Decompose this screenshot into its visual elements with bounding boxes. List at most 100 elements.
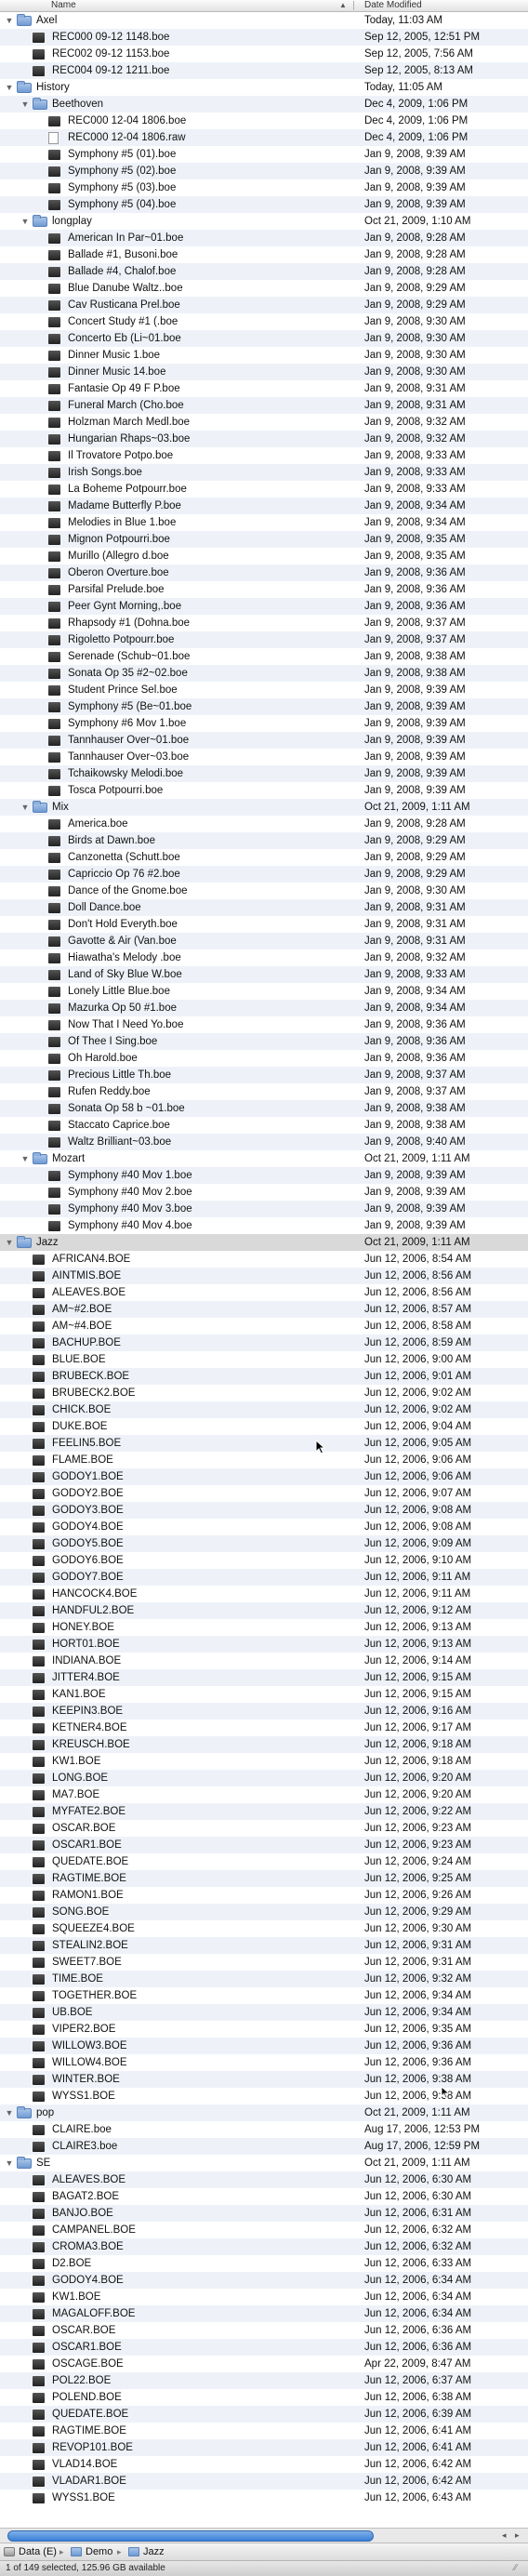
disclosure-triangle-icon[interactable]: ▼ xyxy=(4,1234,15,1251)
file-row[interactable]: BRUBECK2.BOE Jun 12, 2006, 9:02 AM xyxy=(0,1385,528,1401)
folder-row[interactable]: ▼ Axel Today, 11:03 AM xyxy=(0,12,528,29)
file-row[interactable]: D2.BOE Jun 12, 2006, 6:33 AM xyxy=(0,2255,528,2272)
file-row[interactable]: Dance of the Gnome.boe Jan 9, 2008, 9:30 … xyxy=(0,883,528,899)
file-row[interactable]: MYFATE2.BOE Jun 12, 2006, 9:22 AM xyxy=(0,1803,528,1820)
file-row[interactable]: Parsifal Prelude.boe Jan 9, 2008, 9:36 AM xyxy=(0,581,528,598)
file-row[interactable]: Sonata Op 35 #2~02.boe Jan 9, 2008, 9:38 … xyxy=(0,665,528,682)
file-row[interactable]: Symphony #5 (03).boe Jan 9, 2008, 9:39 AM xyxy=(0,179,528,196)
file-row[interactable]: GODOY2.BOE Jun 12, 2006, 9:07 AM xyxy=(0,1485,528,1502)
file-row[interactable]: ALEAVES.BOE Jun 12, 2006, 8:56 AM xyxy=(0,1284,528,1301)
file-row[interactable]: TIME.BOE Jun 12, 2006, 9:32 AM xyxy=(0,1971,528,1987)
file-row[interactable]: Student Prince Sel.boe Jan 9, 2008, 9:39 … xyxy=(0,682,528,698)
file-row[interactable]: Rufen Reddy.boe Jan 9, 2008, 9:37 AM xyxy=(0,1083,528,1100)
file-row[interactable]: REVOP101.BOE Jun 12, 2006, 6:41 AM xyxy=(0,2439,528,2456)
file-row[interactable]: Staccato Caprice.boe Jan 9, 2008, 9:38 AM xyxy=(0,1117,528,1134)
file-row[interactable]: REC002 09-12 1153.boe Sep 12, 2005, 7:56 … xyxy=(0,46,528,62)
file-row[interactable]: OSCAGE.BOE Apr 22, 2009, 8:47 AM xyxy=(0,2356,528,2372)
file-row[interactable]: ALEAVES.BOE Jun 12, 2006, 6:30 AM xyxy=(0,2171,528,2188)
file-row[interactable]: SONG.BOE Jun 12, 2006, 9:29 AM xyxy=(0,1904,528,1920)
file-row[interactable]: KW1.BOE Jun 12, 2006, 9:18 AM xyxy=(0,1753,528,1770)
scroll-right-arrow-icon[interactable]: ▸ xyxy=(515,2530,520,2541)
file-row[interactable]: Tosca Potpourri.boe Jan 9, 2008, 9:39 AM xyxy=(0,782,528,799)
file-row[interactable]: SWEET7.BOE Jun 12, 2006, 9:31 AM xyxy=(0,1954,528,1971)
file-row[interactable]: OSCAR1.BOE Jun 12, 2006, 9:23 AM xyxy=(0,1837,528,1853)
file-row[interactable]: Precious Little Th.boe Jan 9, 2008, 9:37 … xyxy=(0,1067,528,1083)
file-row[interactable]: VIPER2.BOE Jun 12, 2006, 9:35 AM xyxy=(0,2021,528,2038)
file-row[interactable]: CLAIRE.boe Aug 17, 2006, 12:53 PM xyxy=(0,2121,528,2138)
folder-row[interactable]: ▼ SE Oct 21, 2009, 1:11 AM xyxy=(0,2155,528,2171)
file-row[interactable]: GODOY1.BOE Jun 12, 2006, 9:06 AM xyxy=(0,1468,528,1485)
file-row[interactable]: Lonely Little Blue.boe Jan 9, 2008, 9:34 … xyxy=(0,983,528,1000)
path-item-drive[interactable]: Data (E) xyxy=(19,2543,57,2560)
resize-grip-icon[interactable]: ⁄⁄ xyxy=(514,2561,517,2576)
file-row[interactable]: AM~#4.BOE Jun 12, 2006, 8:58 AM xyxy=(0,1318,528,1334)
file-row[interactable]: AFRICAN4.BOE Jun 12, 2006, 8:54 AM xyxy=(0,1251,528,1268)
file-row[interactable]: CROMA3.BOE Jun 12, 2006, 6:32 AM xyxy=(0,2238,528,2255)
disclosure-triangle-icon[interactable]: ▼ xyxy=(4,12,15,29)
file-row[interactable]: POLEND.BOE Jun 12, 2006, 6:38 AM xyxy=(0,2389,528,2406)
file-row[interactable]: Symphony #5 (02).boe Jan 9, 2008, 9:39 AM xyxy=(0,163,528,179)
disclosure-triangle-icon[interactable]: ▼ xyxy=(20,799,31,816)
file-row[interactable]: Mazurka Op 50 #1.boe Jan 9, 2008, 9:34 AM xyxy=(0,1000,528,1016)
file-row[interactable]: CLAIRE3.boe Aug 17, 2006, 12:59 PM xyxy=(0,2138,528,2155)
file-row[interactable]: Gavotte & Air (Van.boe Jan 9, 2008, 9:31 … xyxy=(0,933,528,949)
file-row[interactable]: American In Par~01.boe Jan 9, 2008, 9:28 … xyxy=(0,230,528,246)
folder-row[interactable]: ▼ Beethoven Dec 4, 2009, 1:06 PM xyxy=(0,96,528,113)
file-row[interactable]: Concerto Eb (Li~01.boe Jan 9, 2008, 9:30 … xyxy=(0,330,528,347)
file-row[interactable]: POL22.BOE Jun 12, 2006, 6:37 AM xyxy=(0,2372,528,2389)
path-item-demo[interactable]: Demo xyxy=(86,2543,112,2560)
file-row[interactable]: MAGALOFF.BOE Jun 12, 2006, 6:34 AM xyxy=(0,2305,528,2322)
file-row[interactable]: RAGTIME.BOE Jun 12, 2006, 9:25 AM xyxy=(0,1870,528,1887)
file-row[interactable]: REC000 12-04 1806.raw Dec 4, 2009, 1:06 P… xyxy=(0,129,528,146)
file-row[interactable]: Canzonetta (Schutt.boe Jan 9, 2008, 9:29 … xyxy=(0,849,528,866)
file-row[interactable]: Of Thee I Sing.boe Jan 9, 2008, 9:36 AM xyxy=(0,1033,528,1050)
folder-row[interactable]: ▼ pop Oct 21, 2009, 1:11 AM xyxy=(0,2105,528,2121)
file-row[interactable]: TOGETHER.BOE Jun 12, 2006, 9:34 AM xyxy=(0,1987,528,2004)
file-row[interactable]: GODOY5.BOE Jun 12, 2006, 9:09 AM xyxy=(0,1535,528,1552)
file-row[interactable]: REC000 09-12 1148.boe Sep 12, 2005, 12:51… xyxy=(0,29,528,46)
scrollbar-thumb[interactable] xyxy=(7,2530,374,2542)
file-row[interactable]: RAGTIME.BOE Jun 12, 2006, 6:41 AM xyxy=(0,2423,528,2439)
file-row[interactable]: Sonata Op 58 b ~01.boe Jan 9, 2008, 9:38 … xyxy=(0,1100,528,1117)
file-row[interactable]: UB.BOE Jun 12, 2006, 9:34 AM xyxy=(0,2004,528,2021)
file-row[interactable]: Dinner Music 14.boe Jan 9, 2008, 9:30 AM xyxy=(0,364,528,380)
path-item-jazz[interactable]: Jazz xyxy=(143,2543,165,2560)
file-row[interactable]: Mignon Potpourri.boe Jan 9, 2008, 9:35 AM xyxy=(0,531,528,548)
file-row[interactable]: OSCAR.BOE Jun 12, 2006, 6:36 AM xyxy=(0,2322,528,2339)
scroll-left-arrow-icon[interactable]: ◂ xyxy=(502,2530,507,2541)
file-row[interactable]: Oberon Overture.boe Jan 9, 2008, 9:36 AM xyxy=(0,564,528,581)
column-divider[interactable] xyxy=(353,1,354,10)
file-row[interactable]: REC004 09-12 1211.boe Sep 12, 2005, 8:13 … xyxy=(0,62,528,79)
disclosure-triangle-icon[interactable]: ▼ xyxy=(4,2105,15,2121)
date-modified-column-header[interactable]: Date Modified xyxy=(364,0,422,11)
file-row[interactable]: Funeral March (Cho.boe Jan 9, 2008, 9:31 … xyxy=(0,397,528,414)
file-row[interactable]: WYSS1.BOE Jun 12, 2006, 6:43 AM xyxy=(0,2490,528,2506)
file-row[interactable]: HANCOCK4.BOE Jun 12, 2006, 9:11 AM xyxy=(0,1586,528,1602)
file-row[interactable]: JITTER4.BOE Jun 12, 2006, 9:15 AM xyxy=(0,1669,528,1686)
file-row[interactable]: Symphony #40 Mov 4.boe Jan 9, 2008, 9:39 … xyxy=(0,1217,528,1234)
file-row[interactable]: WILLOW4.BOE Jun 12, 2006, 9:36 AM xyxy=(0,2054,528,2071)
folder-row[interactable]: ▼ Jazz Oct 21, 2009, 1:11 AM xyxy=(0,1234,528,1251)
file-row[interactable]: REC000 12-04 1806.boe Dec 4, 2009, 1:06 P… xyxy=(0,113,528,129)
file-row[interactable]: BACHUP.BOE Jun 12, 2006, 8:59 AM xyxy=(0,1334,528,1351)
file-row[interactable]: Rigoletto Potpourr.boe Jan 9, 2008, 9:37 … xyxy=(0,631,528,648)
file-row[interactable]: Symphony #6 Mov 1.boe Jan 9, 2008, 9:39 A… xyxy=(0,715,528,732)
file-row[interactable]: Symphony #40 Mov 3.boe Jan 9, 2008, 9:39 … xyxy=(0,1201,528,1217)
file-row[interactable]: Madame Butterfly P.boe Jan 9, 2008, 9:34 … xyxy=(0,498,528,514)
file-row[interactable]: INDIANA.BOE Jun 12, 2006, 9:14 AM xyxy=(0,1653,528,1669)
file-row[interactable]: SQUEEZE4.BOE Jun 12, 2006, 9:30 AM xyxy=(0,1920,528,1937)
file-row[interactable]: STEALIN2.BOE Jun 12, 2006, 9:31 AM xyxy=(0,1937,528,1954)
file-row[interactable]: Hiawatha's Melody .boe Jan 9, 2008, 9:32 … xyxy=(0,949,528,966)
file-row[interactable]: Irish Songs.boe Jan 9, 2008, 9:33 AM xyxy=(0,464,528,481)
file-row[interactable]: Cav Rusticana Prel.boe Jan 9, 2008, 9:29 … xyxy=(0,297,528,313)
file-row[interactable]: OSCAR.BOE Jun 12, 2006, 9:23 AM xyxy=(0,1820,528,1837)
horizontal-scrollbar[interactable]: ◂ ▸ xyxy=(0,2528,528,2543)
file-row[interactable]: Symphony #40 Mov 1.boe Jan 9, 2008, 9:39 … xyxy=(0,1167,528,1184)
file-row[interactable]: Oh Harold.boe Jan 9, 2008, 9:36 AM xyxy=(0,1050,528,1067)
file-row[interactable]: VLAD14.BOE Jun 12, 2006, 6:42 AM xyxy=(0,2456,528,2473)
file-row[interactable]: Murillo (Allegro d.boe Jan 9, 2008, 9:35 … xyxy=(0,548,528,564)
file-row[interactable]: Tannhauser Over~01.boe Jan 9, 2008, 9:39 … xyxy=(0,732,528,749)
file-row[interactable]: Now That I Need Yo.boe Jan 9, 2008, 9:36 … xyxy=(0,1016,528,1033)
file-row[interactable]: Symphony #5 (01).boe Jan 9, 2008, 9:39 AM xyxy=(0,146,528,163)
file-row[interactable]: Holzman March Medl.boe Jan 9, 2008, 9:32 … xyxy=(0,414,528,431)
